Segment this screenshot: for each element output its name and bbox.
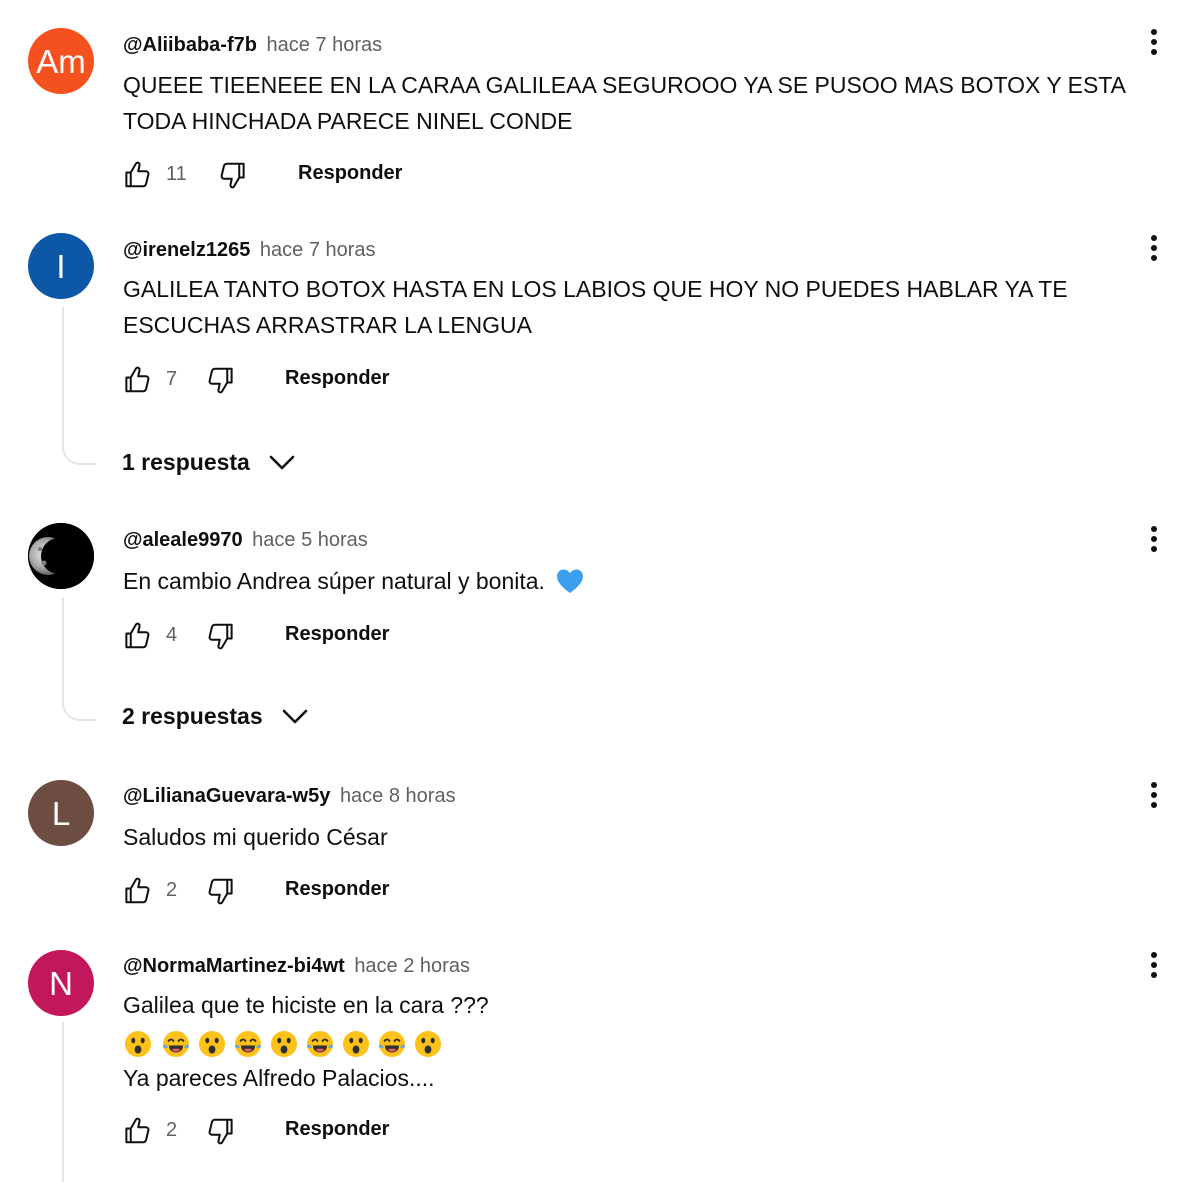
reply-button[interactable]: Responder xyxy=(298,162,402,185)
author-handle[interactable]: @LilianaGuevara-w5y xyxy=(123,785,330,807)
astonished-face-icon xyxy=(342,1030,370,1058)
author-handle[interactable]: @NormaMartinez-bi4wt xyxy=(123,955,345,977)
like-icon[interactable] xyxy=(122,160,152,190)
replies-count-label: 1 respuesta xyxy=(122,449,250,475)
comment-text: Galilea que te hiciste en la cara ??? xyxy=(123,992,489,1018)
chevron-down-icon xyxy=(263,708,309,726)
thread-line xyxy=(62,307,96,465)
avatar[interactable]: L xyxy=(28,780,94,846)
joy-face-icon xyxy=(378,1030,406,1058)
like-count: 2 xyxy=(166,879,178,901)
comment-time[interactable]: hace 2 horas xyxy=(354,955,470,977)
dislike-icon[interactable] xyxy=(206,365,236,395)
reply-button[interactable]: Responder xyxy=(285,878,389,901)
comment-time[interactable]: hace 7 horas xyxy=(260,239,376,261)
comment-text: En cambio Andrea súper natural y bonita. xyxy=(123,563,1143,599)
like-icon[interactable] xyxy=(122,621,152,651)
author-handle[interactable]: @aleale9970 xyxy=(123,529,243,551)
reply-button[interactable]: Responder xyxy=(285,367,389,390)
chevron-down-icon xyxy=(250,454,296,472)
avatar[interactable]: N xyxy=(28,950,94,1016)
like-count: 11 xyxy=(166,163,187,185)
more-options-icon[interactable] xyxy=(1140,778,1168,812)
comment-text: QUEEE TIEENEEE EN LA CARAA GALILEAA SEGU… xyxy=(123,72,1125,134)
comment-header: @Aliibaba-f7b hace 7 horas xyxy=(123,34,382,57)
more-options-icon[interactable] xyxy=(1140,522,1168,556)
avatar[interactable]: Am xyxy=(28,28,94,94)
moon-avatar-icon[interactable] xyxy=(28,523,94,589)
dislike-icon[interactable] xyxy=(206,1116,236,1146)
like-count: 4 xyxy=(166,624,178,646)
comment-actions: 2 Responder xyxy=(122,874,722,908)
view-replies-button[interactable]: 1 respuesta xyxy=(122,449,296,476)
comment-text: GALILEA TANTO BOTOX HASTA EN LOS LABIOS … xyxy=(123,276,1068,338)
comment-time[interactable]: hace 7 horas xyxy=(267,34,383,56)
astonished-face-icon xyxy=(124,1030,152,1058)
avatar[interactable]: I xyxy=(28,233,94,299)
like-icon[interactable] xyxy=(122,365,152,395)
replies-count-label: 2 respuestas xyxy=(122,703,263,729)
dislike-icon[interactable] xyxy=(206,621,236,651)
comment-text: Saludos mi querido César xyxy=(123,824,388,850)
joy-face-icon xyxy=(306,1030,334,1058)
comment-actions: 7 Responder xyxy=(122,363,722,397)
author-handle[interactable]: @Aliibaba-f7b xyxy=(123,34,257,56)
reply-button[interactable]: Responder xyxy=(285,623,389,646)
reply-button[interactable]: Responder xyxy=(285,1118,389,1141)
astonished-face-icon xyxy=(198,1030,226,1058)
more-options-icon[interactable] xyxy=(1140,25,1168,59)
dislike-icon[interactable] xyxy=(218,160,248,190)
author-handle[interactable]: @irenelz1265 xyxy=(123,239,250,261)
comment-text-line: Ya pareces Alfredo Palacios.... xyxy=(123,1065,435,1091)
comment-time[interactable]: hace 8 horas xyxy=(340,785,456,807)
comment-time[interactable]: hace 5 horas xyxy=(252,529,368,551)
thread-line xyxy=(62,597,96,721)
comment-header: @irenelz1265 hace 7 horas xyxy=(123,239,376,262)
comment-actions: 11 Responder xyxy=(122,158,722,192)
like-icon[interactable] xyxy=(122,1116,152,1146)
like-count: 7 xyxy=(166,368,178,390)
astonished-face-icon xyxy=(414,1030,442,1058)
view-replies-button[interactable]: 2 respuestas xyxy=(122,703,309,730)
comment-actions: 2 Responder xyxy=(122,1114,722,1148)
comment-header: @LilianaGuevara-w5y hace 8 horas xyxy=(123,785,456,808)
thread-line xyxy=(62,1022,96,1182)
more-options-icon[interactable] xyxy=(1140,231,1168,265)
blue-heart-icon xyxy=(555,567,585,595)
joy-face-icon xyxy=(162,1030,190,1058)
astonished-face-icon xyxy=(270,1030,298,1058)
comment-header: @NormaMartinez-bi4wt hace 2 horas xyxy=(123,955,470,978)
joy-face-icon xyxy=(234,1030,262,1058)
comment-actions: 4 Responder xyxy=(122,619,722,653)
comment-header: @aleale9970 hace 5 horas xyxy=(123,529,368,552)
like-count: 2 xyxy=(166,1119,178,1141)
comment-text-body: En cambio Andrea súper natural y bonita. xyxy=(123,568,545,594)
dislike-icon[interactable] xyxy=(206,876,236,906)
more-options-icon[interactable] xyxy=(1140,948,1168,982)
like-icon[interactable] xyxy=(122,876,152,906)
